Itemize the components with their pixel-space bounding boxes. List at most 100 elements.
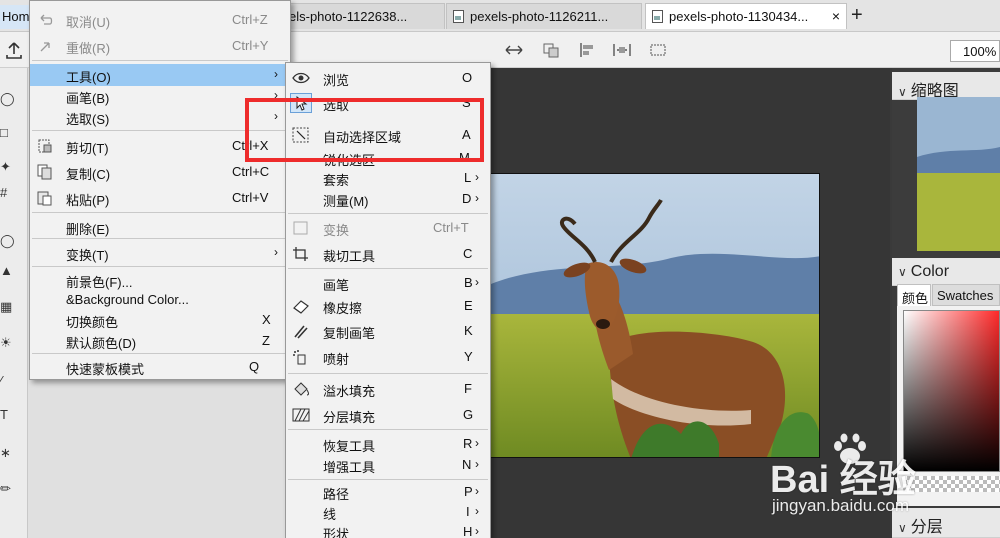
menu-item-shortcut: C	[463, 246, 473, 261]
menu-item-delete[interactable]: 删除(E)	[30, 216, 290, 238]
menu-item-shortcut: Ctrl+Y	[232, 38, 269, 53]
submenu-item-spray[interactable]: 喷射 Y	[286, 346, 490, 368]
submenu-item-crop[interactable]: 裁切工具 C	[286, 243, 490, 265]
submenu-item-brush[interactable]: 画笔 B ›	[286, 272, 490, 294]
chevron-down-icon[interactable]: ∨	[898, 265, 907, 279]
document-image[interactable]	[490, 173, 820, 458]
redo-icon	[40, 42, 50, 52]
menu-item-label: 喷射	[323, 352, 350, 367]
color-panel-header[interactable]: ∨ Color	[892, 258, 1000, 286]
menu-item-label: 变换(T)	[66, 248, 109, 263]
menu-item-paste[interactable]: 粘贴(P) Ctrl+V	[30, 187, 290, 209]
chevron-right-icon: ›	[274, 245, 278, 259]
menu-separator	[288, 268, 488, 269]
submenu-item-browse[interactable]: 浏览 O	[286, 67, 490, 89]
eyedropper-tool-icon[interactable]: ✏	[0, 482, 14, 496]
spray-icon	[293, 350, 306, 365]
line-tool-icon[interactable]: ∕	[0, 374, 14, 388]
menu-separator	[288, 479, 488, 480]
navigator-panel-header[interactable]: ∨ 缩略图	[892, 72, 1000, 100]
pen-tool-icon[interactable]: ∗	[0, 446, 14, 460]
submenu-item-line[interactable]: 线 I ›	[286, 501, 490, 523]
submenu-item-clone-brush[interactable]: 复制画笔 K	[286, 320, 490, 342]
menu-item-label: 恢复工具	[323, 439, 376, 454]
menu-item-shortcut: Ctrl+Z	[232, 12, 268, 27]
move-arrows-icon[interactable]	[504, 41, 524, 59]
zoom-field[interactable]: 100%	[950, 40, 1000, 62]
submenu-item-gradient-fill[interactable]: 分层填充 G	[286, 404, 490, 426]
submenu-item-eraser[interactable]: 橡皮擦 E	[286, 295, 490, 317]
eraser-tool-icon[interactable]: ◯	[0, 234, 15, 248]
tab-home[interactable]: Home	[0, 5, 30, 29]
crop-tool-icon[interactable]: #	[0, 186, 14, 200]
menu-separator	[288, 213, 488, 214]
submenu-item-restore-tools[interactable]: 恢复工具 R ›	[286, 433, 490, 455]
menu-item-shortcut: R	[463, 436, 473, 451]
menu-item-quick-mask[interactable]: 快速蒙板模式 Q	[30, 356, 290, 378]
menu-item-shortcut: Z	[262, 333, 270, 348]
menu-item-shortcut: Ctrl+T	[433, 220, 469, 235]
chevron-down-icon[interactable]: ∨	[898, 521, 907, 535]
submenu-item-measure[interactable]: 测量(M) D ›	[286, 188, 490, 210]
transform-icon[interactable]	[541, 41, 561, 59]
menu-separator	[32, 212, 288, 213]
menu-item-default-colors[interactable]: 默认颜色(D) Z	[30, 330, 290, 352]
submenu-item-lasso[interactable]: 套索 L ›	[286, 167, 490, 189]
undo-icon	[40, 14, 53, 25]
tab-color[interactable]: 颜色	[897, 284, 931, 306]
tab-document-1[interactable]: els-photo-1122638...	[282, 3, 445, 29]
chevron-down-icon[interactable]: ∨	[898, 85, 907, 99]
menu-item-shortcut: K	[464, 323, 473, 338]
menu-item-copy[interactable]: 复制(C) Ctrl+C	[30, 161, 290, 183]
chevron-right-icon: ›	[475, 524, 479, 538]
gradient-fill-icon	[292, 408, 310, 422]
menu-item-tools[interactable]: 工具(O) ›	[30, 64, 290, 86]
eye-icon	[292, 72, 310, 84]
document-icon	[652, 10, 663, 23]
new-tab-icon[interactable]: +	[851, 4, 863, 26]
gradient-tool-icon[interactable]: ▦	[0, 300, 14, 314]
lasso-tool-icon[interactable]: ◯	[0, 92, 15, 106]
submenu-item-path[interactable]: 路径 P ›	[286, 481, 490, 503]
menu-item-undo[interactable]: 取消(U) Ctrl+Z	[30, 9, 290, 31]
color-panel-title: Color	[910, 263, 950, 280]
sharpen-tool-icon[interactable]: ☀	[0, 336, 14, 350]
magic-wand-icon[interactable]: ✦	[0, 160, 14, 174]
menu-item-label: 粘贴(P)	[66, 193, 110, 208]
menu-item-transform[interactable]: 变换(T) ›	[30, 242, 290, 264]
tab-document-2[interactable]: pexels-photo-1126211...	[446, 3, 642, 29]
align-left-icon[interactable]	[578, 41, 598, 59]
text-tool-icon[interactable]: T	[0, 408, 14, 422]
watermark-url: jingyan.baidu.com	[772, 496, 910, 515]
submenu-item-flood-fill[interactable]: 溢水填充 F	[286, 378, 490, 400]
menu-item-swap-colors[interactable]: 切换颜色 X	[30, 309, 290, 331]
submenu-item-shape[interactable]: 形状 H ›	[286, 521, 490, 538]
menu-item-label: 画笔	[323, 278, 350, 293]
menu-separator	[32, 60, 288, 61]
menu-item-label: 工具(O)	[66, 70, 111, 85]
menu-item-background-color[interactable]: &Background Color...	[30, 289, 290, 311]
distribute-icon[interactable]	[612, 41, 632, 59]
navigator-thumbnail[interactable]	[917, 97, 1000, 251]
menu-item-label: 增强工具	[323, 460, 376, 475]
menu-item-label: 选取(S)	[66, 112, 110, 127]
marquee-tool-icon[interactable]: □	[0, 126, 14, 140]
menu-item-shortcut: L	[464, 170, 472, 185]
tab-close-icon[interactable]: ×	[832, 8, 840, 24]
tab-label: pexels-photo-1130434...	[669, 9, 809, 24]
tab-document-3[interactable]: pexels-photo-1130434... ×	[645, 3, 847, 29]
menu-item-redo[interactable]: 重做(R) Ctrl+Y	[30, 35, 290, 57]
paste-icon	[37, 191, 52, 206]
stamp-tool-icon[interactable]: ▲	[0, 264, 14, 278]
upload-icon[interactable]	[4, 40, 24, 60]
submenu-item-enhance-tools[interactable]: 增强工具 N ›	[286, 454, 490, 476]
submenu-item-transform[interactable]: 变换 Ctrl+T	[286, 217, 490, 239]
menu-item-label: 重做(R)	[66, 41, 111, 56]
chevron-right-icon: ›	[475, 275, 479, 289]
crop-frame-icon[interactable]	[648, 41, 668, 59]
menu-item-label: 剪切(T)	[66, 141, 109, 156]
tab-swatches[interactable]: Swatches	[932, 284, 1000, 306]
menu-item-shortcut: N	[462, 457, 472, 472]
menu-item-foreground-color[interactable]: 前景色(F)...	[30, 269, 290, 291]
flood-fill-icon	[294, 382, 309, 396]
